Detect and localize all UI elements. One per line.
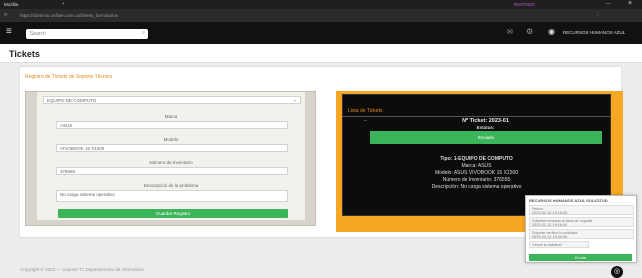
ticket-inventory-line: Número de Inventario: 376555 [442,177,511,183]
avatar[interactable]: ◉ [548,27,555,36]
model-input[interactable]: VIVOBOOK 15 X1500 [56,144,288,152]
widget-field-sent: Solicitud enviada al área de soporte 202… [529,217,634,227]
browser-tab-title[interactable]: Mozilla [4,2,18,7]
widget-field-date: Fecha 2023-02-12 19:15:00 [529,205,634,215]
inventory-input[interactable]: 376555 [56,167,288,175]
request-status-widget: RECURSOS HUMANOS AZUL SOLICITUD Fecha 20… [525,195,637,263]
equipment-type-select[interactable]: EQUIPO DE COMPUTO ⌄ [43,96,301,104]
footer-copyright: Copyright © 2023 — Soporte TI: Departame… [20,267,144,272]
widget-send-button[interactable]: Enviar [529,254,632,261]
browser-address-bar: ⟳ https://dominio.onfiwe.com.co/tickets_… [0,9,642,22]
equipment-type-value: EQUIPO DE COMPUTO [47,98,97,103]
ticket-status-label: Estatus: [476,125,495,130]
search-placeholder: Search [30,31,46,37]
brand-input[interactable]: ASUS [56,121,288,129]
notifications-icon[interactable]: ✉ [507,28,513,36]
url-text[interactable]: https://dominio.onfiwe.com.co/tickets_fo… [20,13,118,18]
minimize-icon[interactable]: — [606,1,611,6]
widget-field-sent-value: 2023-02-12 19:16:00 [532,223,568,227]
chat-icon[interactable]: ◎ [611,266,623,278]
ticket-description-line: Descripción: No carga sistema operativo [431,184,522,190]
menu-icon[interactable]: ≡ [6,26,12,37]
model-label: Modelo [163,137,179,142]
ticket-status-badge[interactable]: Enviado [370,131,602,144]
profile-badge[interactable]: INVITADO [514,2,535,7]
new-tab-icon[interactable]: + [62,1,65,6]
ticket-list-heading: Lista de Tickets [348,108,383,114]
page-title: Tickets [9,49,40,59]
settings-icon[interactable]: ⚙ [526,27,533,36]
widget-field-verified: Soporte verificó tu solicitud 2023-02-12… [529,229,634,239]
widget-field-date-value: 2023-02-12 19:15:00 [532,211,568,215]
ticket-model-line: Modelo: ASUS VIVOBOOK 15 X1500 [434,170,519,176]
search-icon[interactable]: ⌕ [142,30,145,36]
ticket-type-line: Tipo: 1-EQUIPO DE COMPUTO [440,156,513,162]
browser-tab-strip: Mozilla + INVITADO — × [0,0,642,9]
problem-textarea[interactable]: No carga sistema operativo [56,190,288,202]
problem-label: Descripción de la problema [143,183,199,188]
form-subtitle: Registro de Tickets de Soporte Técnico [25,74,113,80]
ticket-brand-line: Marca: ASUS [461,163,492,169]
user-name[interactable]: RECURSOS HUMANOS AZUL [563,30,625,35]
page-header [0,44,642,63]
search-input[interactable]: Search ⌕ [26,29,148,39]
widget-field-close[interactable]: Cerrar la solicitud [529,241,589,248]
widget-field-verified-value: 2023-02-12 19:20:00 [532,235,568,239]
ticket-number: Nº Ticket: 2023-01 [462,118,509,124]
save-record-button[interactable]: Guardar Registro [58,209,288,218]
brand-label: Marca [164,114,178,119]
reload-icon[interactable]: ⟳ [4,12,8,18]
close-window-icon[interactable]: × [628,0,632,7]
inventory-label: Número de Inventario [149,160,193,165]
extensions-icon[interactable]: ⋮ [595,12,600,18]
ticket-divider [342,116,611,117]
chevron-down-icon: ⌄ [293,97,297,102]
widget-title: RECURSOS HUMANOS AZUL SOLICITUD [529,198,608,203]
